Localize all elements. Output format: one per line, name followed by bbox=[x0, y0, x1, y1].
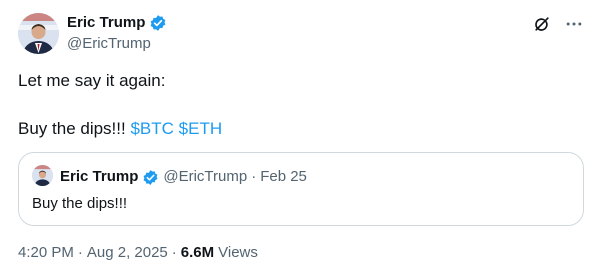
meta-separator-2: · bbox=[171, 244, 177, 261]
quoted-author-name: Eric Trump bbox=[60, 168, 139, 185]
post-text-line-1: Let me say it again: bbox=[18, 71, 166, 90]
author-handle[interactable]: @EricTrump bbox=[67, 35, 151, 53]
post-meta: 4:20 PM · Aug 2, 2025 · 6.6M Views bbox=[18, 243, 258, 263]
cashtag-btc[interactable]: $BTC bbox=[130, 119, 173, 138]
quoted-post-date: Feb 25 bbox=[260, 168, 307, 185]
quoted-verified-badge-icon bbox=[142, 169, 159, 186]
quoted-separator: · bbox=[251, 168, 257, 185]
author-name[interactable]: Eric Trump bbox=[67, 14, 145, 32]
views-count: 6.6M bbox=[180, 244, 215, 261]
verified-badge-icon bbox=[149, 14, 167, 32]
post-text-line-2: Buy the dips!!! $BTC $ETH bbox=[18, 118, 222, 140]
quoted-post-text: Buy the dips!!! bbox=[32, 195, 128, 212]
more-options-icon[interactable] bbox=[564, 14, 584, 34]
cashtag-eth[interactable]: $ETH bbox=[179, 119, 222, 138]
post-text: Buy the dips!!! bbox=[18, 119, 131, 138]
quoted-post[interactable]: Eric Trump @EricTrump · Feb 25 Buy the d… bbox=[18, 152, 584, 226]
post-time[interactable]: 4:20 PM bbox=[18, 243, 74, 263]
grok-icon[interactable] bbox=[532, 14, 552, 34]
quoted-author-avatar bbox=[32, 165, 53, 186]
author-avatar[interactable] bbox=[18, 13, 59, 54]
post-date[interactable]: Aug 2, 2025 bbox=[87, 243, 168, 263]
meta-separator: · bbox=[77, 244, 83, 261]
views-label: Views bbox=[218, 244, 258, 261]
quoted-author-handle: @EricTrump bbox=[163, 168, 248, 185]
